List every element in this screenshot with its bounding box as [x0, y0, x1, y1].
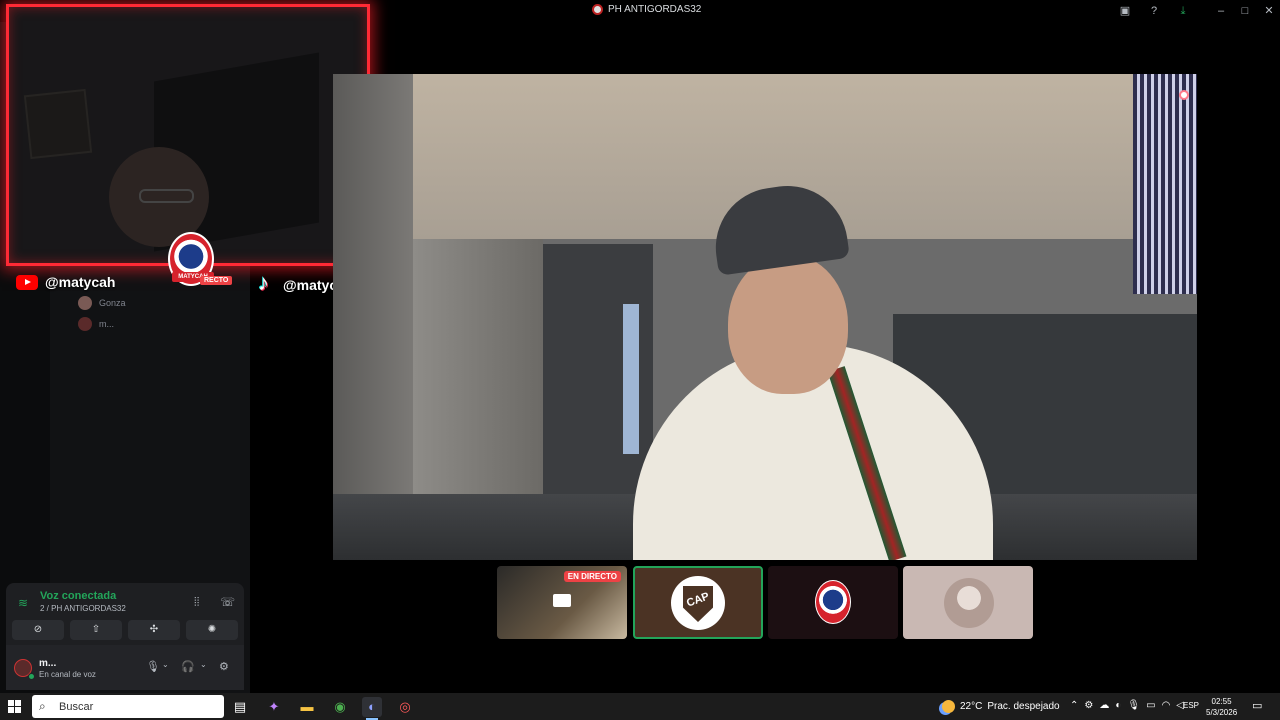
download-icon[interactable]: ⤓: [1175, 3, 1191, 19]
search-placeholder: Buscar: [59, 701, 94, 713]
user-panel: m... En canal de voz 🎙 ⌄ 🎧 ⌄ ⚙: [6, 645, 244, 690]
participant-tile-screenshare[interactable]: EN DIRECTO: [497, 566, 627, 639]
discord-icon[interactable]: ◐: [362, 697, 382, 720]
microphone-icon[interactable]: 🎙: [1127, 700, 1140, 711]
window-title-text: PH ANTIGORDAS32: [608, 4, 702, 15]
settings-icon[interactable]: ⚙: [1084, 700, 1093, 711]
avatar: [78, 296, 92, 310]
search-icon: ⌕: [39, 699, 46, 713]
chevron-down-icon[interactable]: ⌄: [162, 660, 169, 669]
gear-icon[interactable]: ⚙: [219, 660, 229, 673]
cap-club-logo: CAP: [671, 576, 725, 630]
youtube-handle-text: @matycah: [45, 274, 116, 290]
signal-icon[interactable]: ≋: [18, 596, 28, 610]
disconnect-icon[interactable]: ☏: [220, 595, 235, 609]
video-wall: [333, 74, 413, 560]
copilot-icon[interactable]: ✦: [264, 697, 284, 717]
soundboard-button[interactable]: ✺: [186, 620, 238, 640]
notification-icon[interactable]: ▭: [1252, 699, 1262, 712]
wifi-icon[interactable]: ◠: [1162, 700, 1171, 711]
user-name[interactable]: m...: [39, 658, 56, 669]
minimize-button[interactable]: –: [1213, 3, 1229, 19]
voice-user-m[interactable]: m...: [78, 317, 114, 331]
inbox-icon[interactable]: ▣: [1117, 3, 1133, 19]
server-icon: [592, 4, 603, 15]
noise-suppression-icon[interactable]: ⦙⦙: [194, 595, 199, 610]
system-tray: ⌃ ⚙ ☁ ◐ 🎙 ▭ ◠ ◁: [1070, 700, 1184, 711]
windows-start-icon[interactable]: [8, 700, 21, 713]
task-view-icon[interactable]: ▤: [230, 697, 250, 717]
youtube-icon: [16, 274, 38, 290]
participant-tile-matycah[interactable]: [768, 566, 898, 639]
voice-connection-panel: ≋ Voz conectada 2 / PH ANTIGORDAS32 ⦙⦙ ☏…: [6, 583, 244, 645]
matycah-badge-icon: [815, 580, 851, 624]
streamer-glasses: [139, 189, 194, 203]
weather-widget[interactable]: 22°C Prac. despejado: [942, 700, 1060, 713]
windows-taskbar: ⌕ Buscar ▤ ✦ ▬ ◉ ◐ ◎ 22°C Prac. despejad…: [0, 693, 1280, 720]
share-screen-button[interactable]: ⇧: [70, 620, 122, 640]
voice-user-gonza[interactable]: Gonza: [78, 296, 126, 310]
discord-tray-icon[interactable]: ◐: [1115, 700, 1121, 711]
headphones-icon[interactable]: 🎧: [181, 660, 195, 673]
avatar: [78, 317, 92, 331]
activities-button[interactable]: ✣: [128, 620, 180, 640]
window-title: PH ANTIGORDAS32: [592, 4, 701, 15]
chevron-down-icon[interactable]: ⌄: [200, 660, 207, 669]
tiktok-icon: [258, 270, 276, 296]
voice-channel-name[interactable]: 2 / PH ANTIGORDAS32: [40, 604, 126, 613]
video-doorway: [413, 239, 543, 519]
video-blinds: [1133, 74, 1197, 294]
live-tag: RECTO: [200, 276, 233, 285]
obs-icon[interactable]: ◎: [395, 697, 415, 717]
participant-tile-cap[interactable]: CAP: [633, 566, 763, 639]
discord-window: PH ANTIGORDAS32 ▣ ? ⤓ – □ ✕ Gonza m... M…: [0, 0, 1280, 693]
chrome-icon[interactable]: ◉: [330, 697, 350, 717]
webcam-overlay: [6, 4, 370, 266]
chevron-up-icon[interactable]: ⌃: [1070, 700, 1078, 711]
weather-desc: Prac. despejado: [987, 701, 1060, 712]
microphone-icon[interactable]: 🎙: [146, 660, 160, 673]
camera-off-button[interactable]: ⊘: [12, 620, 64, 640]
live-badge: EN DIRECTO: [563, 571, 621, 582]
video-person-face: [728, 254, 848, 394]
clock-date: 5/3/2026: [1206, 708, 1238, 717]
file-explorer-icon[interactable]: ▬: [297, 697, 317, 717]
weather-icon: [942, 700, 955, 713]
main-video-stream[interactable]: [333, 74, 1197, 560]
clock[interactable]: 02:55 5/3/2026: [1206, 696, 1237, 718]
online-status-icon: [28, 673, 35, 680]
search-box[interactable]: ⌕ Buscar: [32, 695, 224, 718]
cloud-icon[interactable]: ☁: [1099, 700, 1109, 711]
help-icon[interactable]: ?: [1146, 3, 1162, 19]
participant-tile-user[interactable]: [903, 566, 1033, 639]
voice-user-name: m...: [99, 319, 114, 329]
video-door: [623, 304, 639, 454]
maximize-button[interactable]: □: [1237, 3, 1253, 19]
language-indicator[interactable]: ESP: [1183, 701, 1199, 710]
user-avatar: [944, 578, 994, 628]
voice-status[interactable]: Voz conectada: [40, 590, 116, 602]
webcam-picture-frame: [23, 88, 93, 160]
weather-temp: 22°C: [960, 701, 983, 712]
record-icon[interactable]: [1179, 90, 1189, 100]
screen-share-icon: [553, 594, 571, 607]
voice-actions: ⊘ ⇧ ✣ ✺: [12, 620, 238, 640]
battery-icon[interactable]: ▭: [1146, 700, 1155, 711]
voice-user-name: Gonza: [99, 298, 126, 308]
youtube-handle: @matycah: [16, 274, 115, 290]
user-status: En canal de voz: [39, 670, 96, 679]
clock-time: 02:55: [1211, 697, 1232, 706]
close-button[interactable]: ✕: [1261, 3, 1277, 19]
